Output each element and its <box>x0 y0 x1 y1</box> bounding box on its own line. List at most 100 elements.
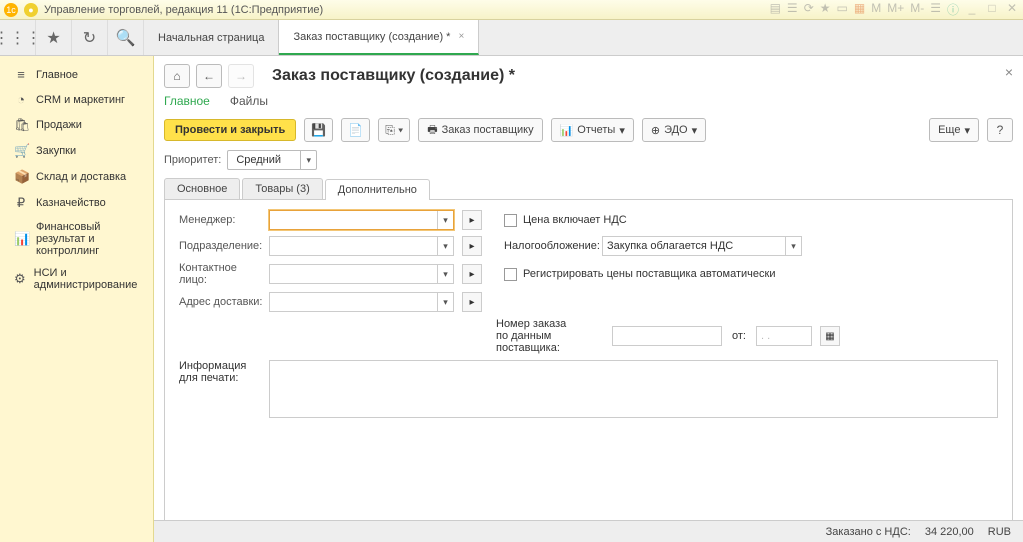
sidebar-item-label: Главное <box>36 69 78 81</box>
chevron-down-icon: ▾ <box>437 293 453 311</box>
sidebar-item-purchases[interactable]: 🛒Закупки <box>0 138 153 164</box>
contact-input[interactable]: ▾ <box>269 264 454 284</box>
supplier-order-no-input[interactable] <box>612 326 722 346</box>
calendar-button[interactable]: ▦ <box>820 326 840 346</box>
post-and-close-button[interactable]: Провести и закрыть <box>164 119 296 141</box>
open-button[interactable]: ▸ <box>462 236 482 256</box>
sidebar-item-sales[interactable]: 🛍Продажи <box>0 112 153 138</box>
status-footer: Заказано с НДС: 34 220,00 RUB <box>154 520 1023 542</box>
post-button[interactable]: 📄 <box>341 118 370 142</box>
open-button[interactable]: ▸ <box>462 264 482 284</box>
print-info-textarea[interactable] <box>269 360 998 418</box>
tool-icon[interactable]: M- <box>910 1 924 18</box>
help-button[interactable]: ? <box>987 118 1013 142</box>
innertab-additional[interactable]: Дополнительно <box>325 179 430 200</box>
sidebar-item-label: НСИ и администрирование <box>34 267 143 291</box>
date-placeholder: . . <box>757 330 811 342</box>
sidebar-item-finance[interactable]: 📊 Финансовый результат и контроллинг <box>0 216 153 262</box>
chevron-down-icon: ▾ <box>437 237 453 255</box>
supplier-order-date-input[interactable]: . . <box>756 326 812 346</box>
sidebar-item-admin[interactable]: ⚙ НСИ и администрирование <box>0 262 153 296</box>
btn-label: ЭДО <box>664 124 688 136</box>
chevron-down-icon: ▾ <box>437 265 453 283</box>
open-button[interactable]: ▸ <box>462 292 482 312</box>
forward-button[interactable]: → <box>228 64 254 88</box>
favorite-icon[interactable]: ★ <box>36 20 72 55</box>
tool-icon[interactable]: ▤ <box>770 1 781 18</box>
info-icon[interactable]: ⓘ <box>947 1 959 18</box>
department-label: Подразделение: <box>179 240 263 252</box>
sidebar-item-label: Склад и доставка <box>36 171 126 183</box>
star-icon[interactable]: ★ <box>820 1 831 18</box>
minimize-button[interactable]: _ <box>965 1 979 18</box>
apps-grid-icon[interactable]: ⋮⋮⋮ <box>0 20 36 55</box>
sidebar-item-main[interactable]: ≡ Главное <box>0 62 153 87</box>
sidebar-item-label: Финансовый результат и контроллинг <box>36 221 143 257</box>
bag-icon: 🛍 <box>14 117 28 133</box>
window-titlebar: 1c ● Управление торговлей, редакция 11 (… <box>0 0 1023 20</box>
print-info-label: Информация <box>179 360 263 372</box>
chevron-down-icon: ▾ <box>964 124 970 137</box>
create-based-button[interactable]: ⎘ ▾ <box>378 118 410 142</box>
select-value: Закупка облагается НДС <box>603 240 785 252</box>
footer-currency: RUB <box>988 526 1011 538</box>
manager-input[interactable]: ▾ <box>269 210 454 230</box>
sidebar-item-warehouse[interactable]: 📦 Склад и доставка <box>0 164 153 190</box>
department-input[interactable]: ▾ <box>269 236 454 256</box>
tool-icon[interactable]: ☰ <box>930 1 941 18</box>
maximize-button[interactable]: □ <box>985 1 999 18</box>
tab-home[interactable]: Начальная страница <box>144 20 279 55</box>
open-button[interactable]: ▸ <box>462 210 482 230</box>
tool-icon[interactable]: M+ <box>887 1 904 18</box>
cart-icon: 🛒 <box>14 143 28 159</box>
reports-button[interactable]: 📊Отчеты▾ <box>551 118 634 142</box>
tab-order[interactable]: Заказ поставщику (создание) *× <box>279 20 479 55</box>
close-button[interactable]: ✕ <box>1005 1 1019 18</box>
register-prices-checkbox[interactable] <box>504 268 517 281</box>
pie-icon: ◔ <box>14 92 28 107</box>
doc-subtabs: Главное Файлы <box>154 92 1023 114</box>
back-button[interactable]: ← <box>196 64 222 88</box>
edo-button[interactable]: ⊕ЭДО▾ <box>642 118 706 142</box>
hamburger-icon: ≡ <box>14 67 28 82</box>
chart-icon: 📊 <box>14 231 28 247</box>
sidebar: ≡ Главное ◔CRM и маркетинг 🛍Продажи 🛒Заку… <box>0 56 154 542</box>
tab-close-icon[interactable]: × <box>458 31 464 42</box>
tool-icon[interactable]: ⟳ <box>804 1 814 18</box>
inner-tabs: Основное Товары (3) Дополнительно <box>164 178 1013 200</box>
btn-label: Еще <box>938 124 960 136</box>
more-button[interactable]: Еще ▾ <box>929 118 979 142</box>
tool-icon[interactable]: ☰ <box>787 1 798 18</box>
print-icon: 🖶 <box>427 121 437 140</box>
window-title: Управление торговлей, редакция 11 (1С:Пр… <box>44 4 323 16</box>
order-no-label2: по данным поставщика: <box>496 330 606 354</box>
priority-select[interactable]: Средний ▾ <box>227 150 317 170</box>
taxation-select[interactable]: Закупка облагается НДС▾ <box>602 236 802 256</box>
tool-icon[interactable]: M <box>871 1 881 18</box>
vat-included-checkbox[interactable] <box>504 214 517 227</box>
sidebar-item-treasury[interactable]: ₽Казначейство <box>0 190 153 216</box>
subtab-main[interactable]: Главное <box>164 94 210 108</box>
doc-close-button[interactable]: × <box>1005 64 1013 80</box>
tool-icon[interactable]: ▭ <box>837 1 848 18</box>
app-icon-2: ● <box>24 3 38 17</box>
btn-label: Отчеты <box>577 124 615 136</box>
main-area: × ⌂ ← → Заказ поставщику (создание) * Гл… <box>154 56 1023 542</box>
innertab-goods[interactable]: Товары (3) <box>242 178 322 199</box>
reports-icon: 📊 <box>560 124 574 137</box>
home-button[interactable]: ⌂ <box>164 64 190 88</box>
sidebar-item-crm[interactable]: ◔CRM и маркетинг <box>0 87 153 112</box>
subtab-files[interactable]: Файлы <box>230 94 268 108</box>
search-icon[interactable]: 🔍 <box>108 20 144 55</box>
box-icon: 📦 <box>14 169 28 185</box>
select-value: Средний <box>232 154 285 166</box>
save-button[interactable]: 💾 <box>304 118 333 142</box>
supplier-order-button[interactable]: 🖶Заказ поставщику <box>418 118 542 142</box>
gear-icon: ⚙ <box>14 271 26 287</box>
address-input[interactable]: ▾ <box>269 292 454 312</box>
innertab-main[interactable]: Основное <box>164 178 240 199</box>
page-title: Заказ поставщику (создание) * <box>272 67 515 85</box>
tool-icon[interactable]: ▦ <box>854 1 865 18</box>
history-icon[interactable]: ↻ <box>72 20 108 55</box>
doc-header: ⌂ ← → Заказ поставщику (создание) * <box>154 56 1023 92</box>
